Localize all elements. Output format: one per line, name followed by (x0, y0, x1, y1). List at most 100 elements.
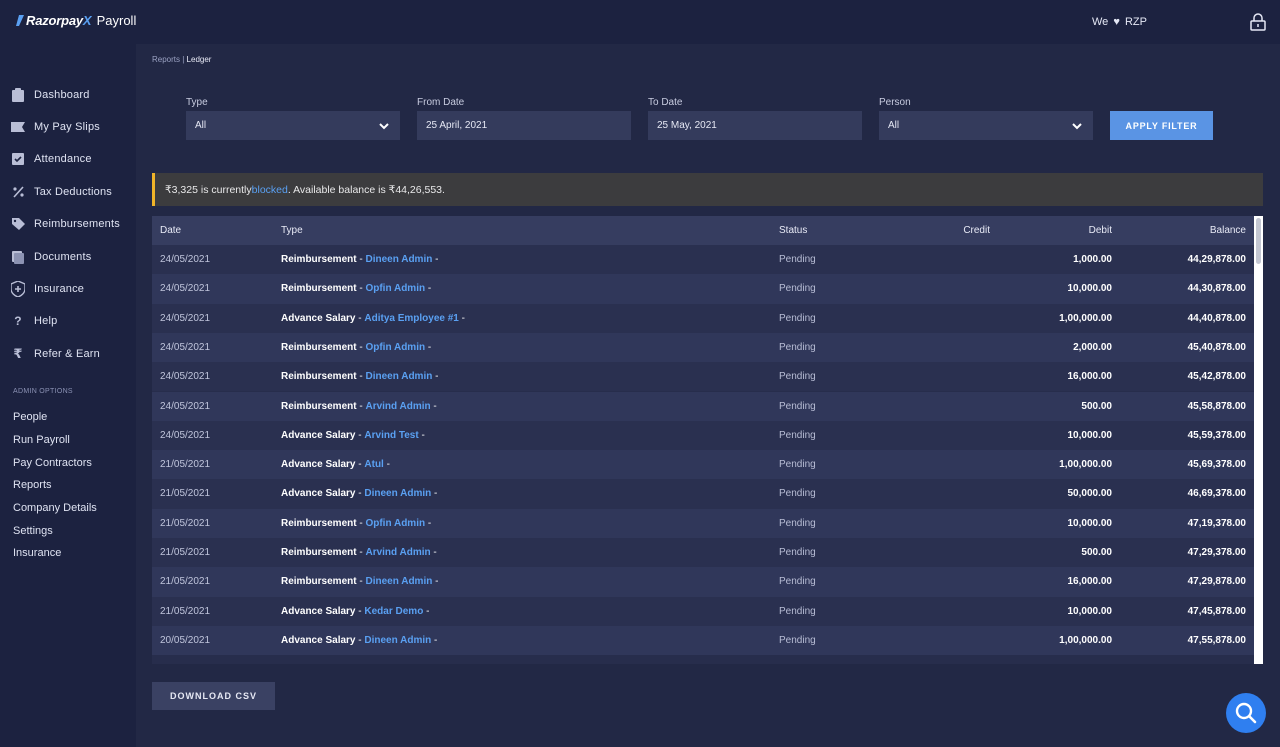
cell-status: Pending (779, 605, 816, 617)
sidebar-item-dashboard[interactable]: Dashboard (0, 83, 136, 107)
lock-icon[interactable] (1249, 13, 1267, 31)
table-row[interactable]: 21/05/2021 Advance Salary - Atul - Pending… (152, 450, 1254, 480)
admin-item-company-details[interactable]: Company Details (13, 502, 97, 514)
brand-name: Razorpay (26, 13, 83, 28)
cell-debit: 50,000.00 (1067, 488, 1113, 500)
sidebar-item-attendance[interactable]: Attendance (0, 147, 136, 171)
table-row[interactable]: 24/05/2021 Reimbursement - Opfin Admin - P… (152, 274, 1254, 304)
razorpayx-logo[interactable]: Razorpay X Payroll (16, 13, 136, 28)
sidebar-item-reimbursements[interactable]: Reimbursements (0, 212, 136, 236)
table-row[interactable]: 21/05/2021 Reimbursement - Opfin Admin - P… (152, 508, 1254, 538)
sidebar-item-insurance[interactable]: Insurance (0, 277, 136, 301)
table-scrollbar[interactable] (1254, 216, 1263, 664)
person-link[interactable]: Opfin Admin (365, 342, 425, 353)
to-date-input[interactable]: 25 May, 2021 (648, 111, 862, 140)
cell-status: Pending (779, 400, 816, 412)
person-filter-label: Person (879, 97, 911, 108)
download-csv-button[interactable]: DOWNLOAD CSV (152, 682, 275, 710)
cell-debit: 10,000.00 (1067, 517, 1113, 529)
cell-type: Reimbursement - Dineen Admin - (281, 371, 439, 383)
sidebar-item-my-pay-slips[interactable]: My Pay Slips (0, 115, 136, 139)
header-balance[interactable]: Balance (1210, 216, 1246, 245)
person-link[interactable]: Dineen Admin (364, 488, 431, 499)
person-link[interactable]: Arvind Test (364, 430, 418, 441)
person-link[interactable]: Arvind Admin (365, 401, 430, 412)
rupee-icon: ₹ (13, 346, 23, 361)
admin-item-reports[interactable]: Reports (13, 479, 52, 491)
clipboard-icon (11, 88, 25, 102)
cell-debit: 1,00,000.00 (1059, 634, 1112, 646)
cell-status: Pending (779, 634, 816, 646)
person-link[interactable]: Dineen Admin (365, 576, 432, 587)
blocked-link[interactable]: blocked (252, 184, 288, 196)
cell-date: 24/05/2021 (160, 254, 211, 265)
cell-status: Pending (779, 517, 816, 529)
table-row[interactable]: 24/05/2021 Reimbursement - Arvind Admin -… (152, 391, 1254, 421)
shield-plus-icon (11, 281, 25, 297)
cell-date: 24/05/2021 (160, 312, 211, 324)
header-type[interactable]: Type (281, 216, 303, 245)
cell-debit: 16,000.00 (1067, 371, 1113, 383)
sidebar-item-refer-earn[interactable]: ₹ Refer & Earn (0, 342, 136, 366)
person-link[interactable]: Opfin Admin (365, 518, 425, 529)
search-fab[interactable] (1226, 693, 1266, 733)
person-select[interactable]: All (879, 111, 1093, 140)
sidebar-item-documents[interactable]: Documents (0, 245, 136, 269)
header-debit[interactable]: Debit (1089, 216, 1112, 245)
cell-type: Reimbursement - Arvind Admin - (281, 547, 437, 558)
cell-status: Pending (779, 371, 816, 383)
admin-item-insurance[interactable]: Insurance (13, 547, 61, 559)
admin-item-pay-contractors[interactable]: Pay Contractors (13, 457, 92, 469)
table-row[interactable]: 21/05/2021 Reimbursement - Dineen Admin -… (152, 567, 1254, 597)
cell-debit: 10,000.00 (1067, 605, 1113, 617)
table-row[interactable]: 20/05/2021 Advance Salary - Dineen Admin … (152, 625, 1254, 656)
person-link[interactable]: Dineen Admin (365, 371, 432, 382)
breadcrumb-current: Ledger (186, 55, 212, 64)
cell-date: 24/05/2021 (160, 371, 211, 383)
cell-balance: 47,55,878.00 (1187, 634, 1246, 646)
admin-item-people[interactable]: People (13, 411, 47, 423)
scrollbar-thumb[interactable] (1256, 218, 1261, 264)
attendance-check-icon (11, 152, 25, 166)
table-row[interactable]: 24/05/2021 Reimbursement - Opfin Admin - P… (152, 332, 1254, 363)
table-row[interactable]: 24/05/2021 Advance Salary - Arvind Test -… (152, 420, 1254, 451)
person-link[interactable]: Kedar Demo (364, 606, 423, 617)
table-row[interactable]: 21/05/2021 Advance Salary - Dineen Admin … (152, 479, 1254, 509)
cell-date: 24/05/2021 (160, 429, 211, 441)
person-link[interactable]: Aditya Employee #1 (364, 313, 458, 324)
cell-status: Pending (779, 547, 816, 558)
cell-balance: 44,30,878.00 (1187, 283, 1246, 295)
sidebar-item-tax-deductions[interactable]: Tax Deductions (0, 180, 136, 204)
cell-balance: 47,29,378.00 (1187, 547, 1246, 558)
table-row[interactable]: 24/05/2021 Advance Salary - Aditya Employ… (152, 303, 1254, 333)
table-row[interactable]: 24/05/2021 Reimbursement - Dineen Admin -… (152, 362, 1254, 392)
table-row[interactable]: 21/05/2021 Reimbursement - Arvind Admin -… (152, 538, 1254, 568)
header-credit[interactable]: Credit (963, 216, 990, 245)
person-link[interactable]: Arvind Admin (365, 547, 430, 558)
person-link[interactable]: Atul (364, 459, 383, 470)
person-link[interactable]: Dineen Admin (364, 635, 431, 646)
person-link[interactable]: Dineen Admin (365, 254, 432, 265)
cell-date: 21/05/2021 (160, 459, 211, 471)
admin-item-run-payroll[interactable]: Run Payroll (13, 434, 70, 446)
from-date-input[interactable]: 25 April, 2021 (417, 111, 631, 140)
search-icon (1235, 702, 1257, 724)
type-select[interactable]: All (186, 111, 400, 140)
sidebar-item-help[interactable]: ? Help (0, 309, 136, 333)
person-link[interactable]: Opfin Admin (365, 283, 425, 294)
cell-balance: 47,45,878.00 (1187, 605, 1246, 617)
table-row[interactable]: 24/05/2021 Reimbursement - Dineen Admin -… (152, 245, 1254, 275)
cell-status: Pending (779, 283, 816, 295)
header-date[interactable]: Date (160, 216, 181, 245)
cell-debit: 10,000.00 (1067, 283, 1113, 295)
breadcrumb-reports[interactable]: Reports (152, 55, 180, 64)
tag-icon (11, 217, 25, 231)
header-status[interactable]: Status (779, 216, 807, 245)
cell-debit: 1,000.00 (1073, 254, 1112, 265)
question-icon: ? (14, 314, 22, 328)
apply-filter-button[interactable]: APPLY FILTER (1110, 111, 1213, 140)
admin-item-settings[interactable]: Settings (13, 525, 53, 537)
cell-date: 21/05/2021 (160, 517, 211, 529)
cell-type: Reimbursement - Dineen Admin - (281, 254, 439, 265)
table-row[interactable]: 21/05/2021 Advance Salary - Kedar Demo - P… (152, 596, 1254, 626)
